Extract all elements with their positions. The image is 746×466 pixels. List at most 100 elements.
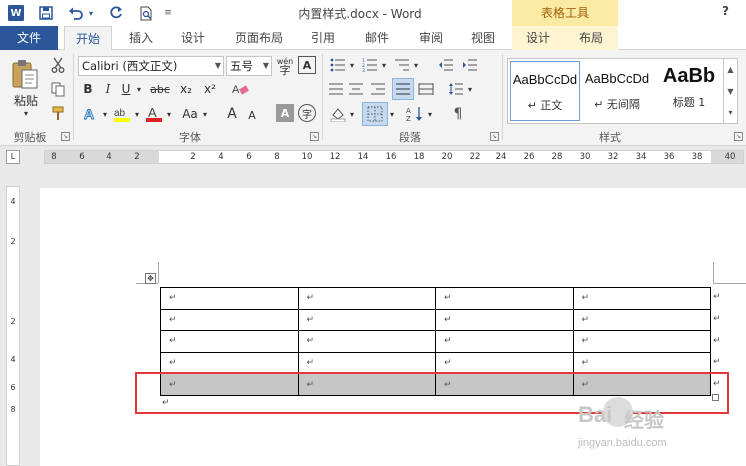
table-cell[interactable]: ↵ — [160, 308, 299, 332]
redo-icon[interactable] — [106, 3, 126, 23]
tab-table-design[interactable]: 设计 — [512, 26, 564, 50]
underline-dropdown-icon[interactable]: ▾ — [134, 80, 144, 98]
cut-icon[interactable] — [48, 56, 68, 74]
subscript-button[interactable]: x₂ — [176, 80, 196, 98]
save-icon[interactable] — [36, 3, 56, 23]
styles-launcher-icon[interactable]: ↘ — [734, 132, 743, 141]
strikethrough-button[interactable]: abc — [148, 80, 172, 98]
text-effects-icon[interactable]: A — [80, 104, 100, 124]
bold-button[interactable]: B — [80, 80, 96, 98]
bullets-dropdown-icon[interactable]: ▾ — [348, 58, 356, 72]
superscript-button[interactable]: x² — [200, 80, 220, 98]
clear-formatting-icon[interactable]: A — [230, 80, 252, 98]
table-cell[interactable]: ↵ — [297, 287, 436, 310]
styles-scroll-down-icon[interactable]: ▼ — [724, 81, 737, 103]
table-cell[interactable]: ↵ — [160, 330, 299, 353]
tab-selector[interactable]: L — [6, 150, 20, 164]
tab-insert[interactable]: 插入 — [118, 26, 164, 50]
font-launcher-icon[interactable]: ↘ — [310, 132, 319, 141]
customize-toolbar-icon[interactable]: ≡ — [162, 3, 174, 23]
table-cell[interactable]: ↵ — [435, 330, 574, 353]
font-color-icon[interactable]: A — [144, 104, 164, 124]
underline-button[interactable]: U — [118, 80, 134, 98]
table-cell[interactable]: ↵ — [435, 351, 574, 375]
borders-icon[interactable] — [362, 102, 388, 126]
tab-references[interactable]: 引用 — [300, 26, 346, 50]
paste-button[interactable]: 粘贴 — [8, 92, 44, 108]
highlight-color-icon[interactable]: ab — [112, 104, 132, 124]
line-spacing-icon[interactable] — [446, 80, 466, 98]
align-right-icon[interactable] — [368, 80, 388, 98]
table-cell[interactable]: ↵ — [297, 308, 436, 332]
tab-design[interactable]: 设计 — [170, 26, 216, 50]
table-cell[interactable]: ↵ — [572, 308, 711, 332]
change-case-dropdown-icon[interactable]: ▾ — [200, 106, 210, 122]
format-painter-icon[interactable] — [48, 104, 68, 122]
paste-dropdown-icon[interactable]: ▾ — [20, 108, 32, 118]
vertical-ruler[interactable]: 4 2 2 4 6 8 — [6, 186, 20, 466]
tab-file[interactable]: 文件 — [0, 26, 58, 50]
italic-button[interactable]: I — [100, 80, 116, 98]
text-effects-dropdown-icon[interactable]: ▾ — [100, 106, 110, 122]
table-row[interactable]: ↵ ↵ ↵ ↵ — [160, 330, 711, 353]
table-cell[interactable]: ↵ — [435, 308, 574, 332]
table-cell[interactable]: ↵ — [160, 351, 299, 375]
table-row[interactable]: ↵ ↵ ↵ ↵ — [160, 287, 711, 310]
tab-table-layout[interactable]: 布局 — [564, 26, 618, 50]
distributed-icon[interactable] — [416, 80, 436, 98]
shading-icon[interactable] — [328, 104, 348, 124]
phonetic-guide-button[interactable]: wén 字 — [274, 54, 296, 78]
clipboard-launcher-icon[interactable]: ↘ — [61, 132, 70, 141]
table-row[interactable]: ↵ ↵ ↵ ↵ — [160, 351, 711, 375]
style-normal[interactable]: AaBbCcDd ↵ 正文 — [510, 61, 580, 121]
grow-font-button[interactable]: A — [224, 104, 240, 124]
styles-scroll-up-icon[interactable]: ▲ — [724, 59, 737, 81]
table-cell[interactable]: ↵ — [297, 330, 436, 353]
tab-mailings[interactable]: 邮件 — [354, 26, 400, 50]
style-heading-1[interactable]: AaBb 标题 1 — [654, 61, 724, 121]
numbering-dropdown-icon[interactable]: ▾ — [380, 58, 388, 72]
help-icon[interactable]: ? — [722, 4, 729, 18]
shrink-font-button[interactable]: A — [244, 106, 260, 124]
tab-page-layout[interactable]: 页面布局 — [226, 26, 292, 50]
style-no-spacing[interactable]: AaBbCcDd ↵ 无间隔 — [582, 61, 652, 121]
chinese-layout-icon[interactable] — [326, 80, 346, 98]
sort-dropdown-icon[interactable]: ▾ — [426, 106, 434, 122]
paragraph-launcher-icon[interactable]: ↘ — [490, 132, 499, 141]
bullets-icon[interactable] — [328, 56, 348, 74]
table-cell[interactable]: ↵ — [435, 287, 574, 310]
line-spacing-dropdown-icon[interactable]: ▾ — [466, 82, 474, 96]
font-size-combo[interactable]: 五号 ▼ — [226, 56, 272, 76]
copy-icon[interactable] — [48, 80, 68, 98]
styles-scroll[interactable]: ▲ ▼ ▾ — [724, 58, 738, 124]
multilevel-list-icon[interactable] — [392, 56, 412, 74]
enclose-characters-button[interactable]: 字 — [298, 104, 316, 122]
highlight-dropdown-icon[interactable]: ▾ — [132, 106, 142, 122]
sort-icon[interactable]: AZ — [404, 104, 426, 124]
table-cell[interactable]: ↵ — [572, 287, 711, 310]
justify-icon[interactable] — [392, 78, 414, 100]
tab-home[interactable]: 开始 — [64, 26, 112, 51]
undo-dropdown-icon[interactable]: ▾ — [86, 3, 96, 23]
horizontal-ruler[interactable]: 8 6 4 2 2 4 6 8 10 12 14 16 18 20 22 24 … — [44, 150, 744, 164]
table-cell[interactable]: ↵ — [297, 351, 436, 375]
table-cell[interactable]: ↵ — [572, 330, 711, 353]
tab-review[interactable]: 审阅 — [408, 26, 454, 50]
undo-icon[interactable] — [66, 3, 86, 23]
table-cell[interactable]: ↵ — [572, 351, 711, 375]
numbering-icon[interactable]: 123 — [360, 56, 380, 74]
borders-dropdown-icon[interactable]: ▾ — [388, 106, 396, 122]
char-border-button[interactable]: A — [298, 56, 316, 74]
decrease-indent-icon[interactable] — [436, 56, 456, 74]
font-name-combo[interactable]: Calibri (西文正文) ▼ — [78, 56, 224, 76]
font-color-dropdown-icon[interactable]: ▾ — [164, 106, 174, 122]
align-center-icon[interactable] — [346, 80, 366, 98]
paste-icon[interactable] — [10, 58, 40, 90]
shading-dropdown-icon[interactable]: ▾ — [348, 106, 356, 122]
table-move-handle-icon[interactable]: ✥ — [145, 273, 156, 284]
change-case-button[interactable]: Aa — [178, 104, 202, 124]
tab-view[interactable]: 视图 — [460, 26, 506, 50]
table-row[interactable]: ↵ ↵ ↵ ↵ — [160, 308, 711, 332]
show-formatting-marks-icon[interactable]: ¶ — [448, 104, 468, 124]
table-cell[interactable]: ↵ — [160, 287, 299, 310]
